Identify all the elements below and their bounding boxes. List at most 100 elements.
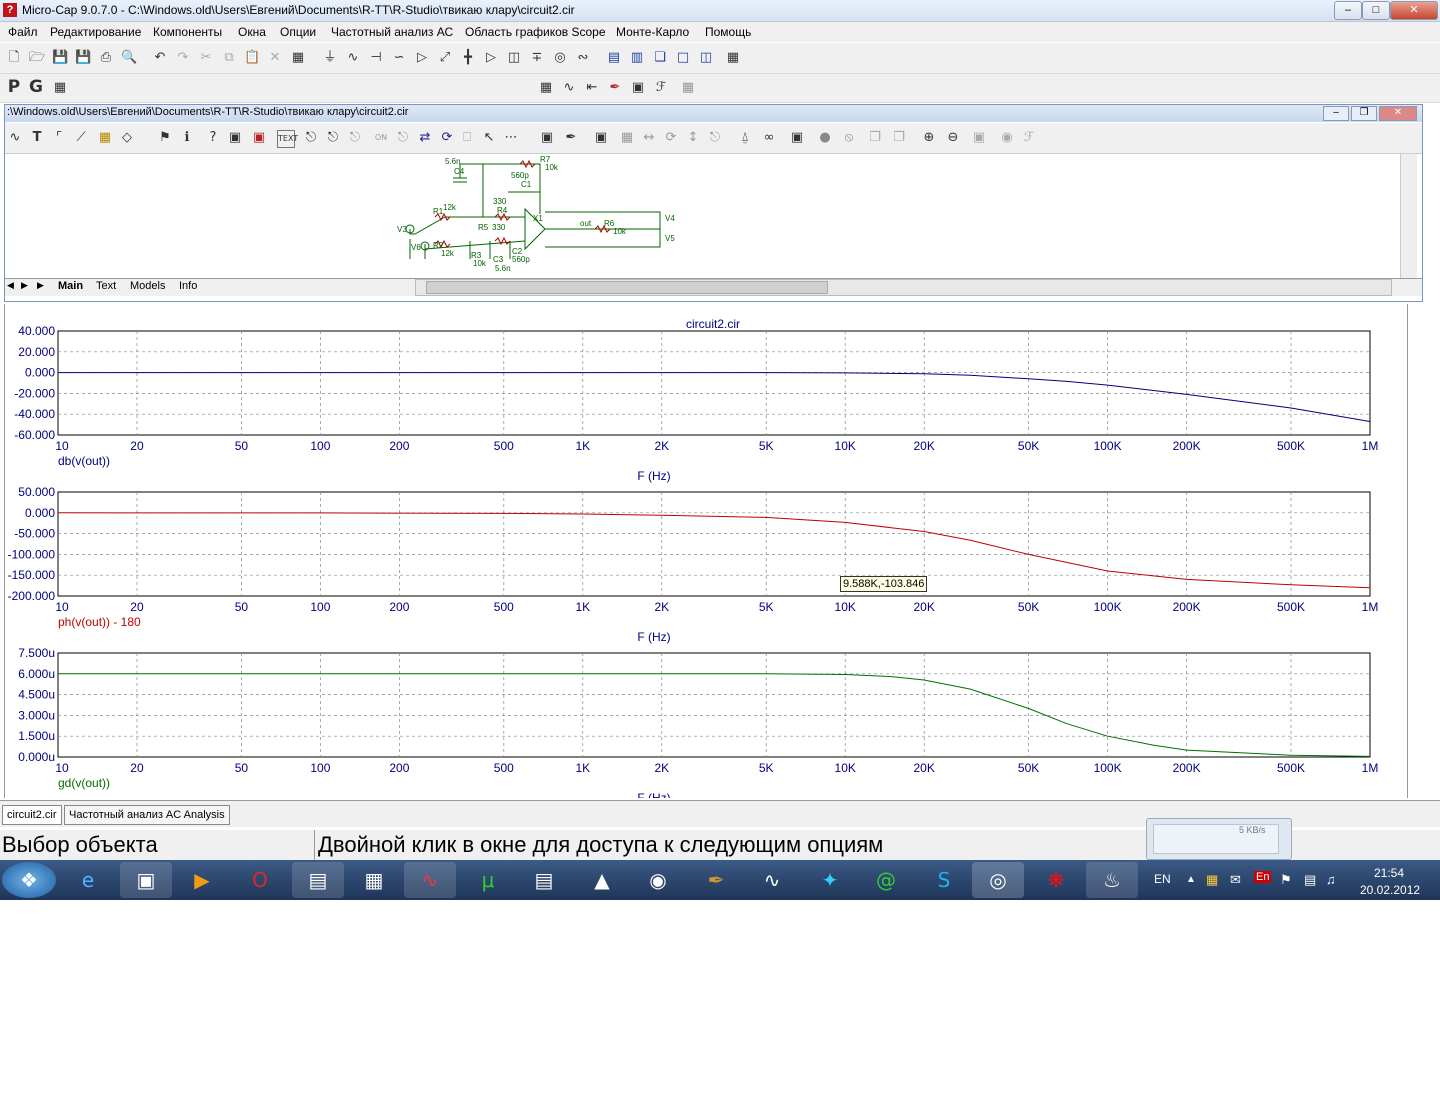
- tile-horizontal-icon[interactable]: ▤: [606, 50, 622, 66]
- component-icon[interactable]: ▣: [593, 130, 609, 146]
- undo-icon[interactable]: ↶: [152, 50, 168, 66]
- cut-icon[interactable]: ✂: [198, 50, 214, 66]
- tab-models[interactable]: Models: [130, 280, 165, 292]
- ie-task-icon[interactable]: e: [62, 862, 114, 898]
- menu-monte-carlo[interactable]: Монте-Карло: [616, 25, 689, 39]
- menu-components[interactable]: Компоненты: [153, 25, 222, 39]
- pen-task-icon[interactable]: ✒: [690, 862, 742, 898]
- capacitor-icon[interactable]: ⊣: [368, 50, 384, 66]
- flip-x-icon[interactable]: ↔: [641, 130, 657, 146]
- probe-icon[interactable]: ✒: [607, 80, 623, 96]
- wire-icon[interactable]: ∿: [7, 130, 23, 146]
- computer-task-icon[interactable]: ▤: [518, 862, 570, 898]
- flip-y-icon[interactable]: ↕: [685, 130, 701, 146]
- find-icon[interactable]: ⍙: [737, 130, 753, 146]
- app-icon[interactable]: ?: [3, 3, 17, 17]
- menu-file[interactable]: Файл: [8, 25, 38, 39]
- tray-expand-icon[interactable]: ▲: [1186, 874, 1196, 885]
- menu-ac-analysis[interactable]: Частотный анализ АС: [331, 25, 453, 39]
- display-icon[interactable]: ▣: [789, 130, 805, 146]
- tray-folder-icon[interactable]: ▦: [1206, 872, 1218, 888]
- network-task-icon[interactable]: ✦: [804, 862, 856, 898]
- orthogonal-wire-icon[interactable]: ⌜: [51, 130, 67, 146]
- voltage-icon[interactable]: ▣: [251, 130, 267, 146]
- calculator-task-icon[interactable]: ▦: [348, 862, 400, 898]
- menu-edit[interactable]: Редактирование: [50, 25, 141, 39]
- tile-vertical-icon[interactable]: ▥: [629, 50, 645, 66]
- pin-icon[interactable]: ⎋: [303, 130, 319, 146]
- close-button[interactable]: ✕: [1390, 1, 1438, 20]
- tab-main[interactable]: Main: [58, 280, 83, 292]
- mail-task-icon[interactable]: @: [860, 862, 912, 898]
- rotate-icon[interactable]: ⟳: [439, 130, 455, 146]
- tray-flag-icon[interactable]: ⚑: [1280, 872, 1292, 888]
- window-icon[interactable]: □: [675, 50, 691, 66]
- doc-tab-ac-analysis[interactable]: Частотный анализ AC Analysis: [64, 805, 230, 825]
- transistor-icon[interactable]: ⤢: [437, 50, 453, 66]
- resistor-icon[interactable]: ∿: [345, 50, 361, 66]
- tray-mail-icon[interactable]: ✉: [1230, 872, 1241, 888]
- globe-icon[interactable]: ◉: [999, 130, 1015, 146]
- player-task-icon[interactable]: ▶: [176, 862, 228, 898]
- edit-icon[interactable]: ✒: [563, 130, 579, 146]
- mirror-icon[interactable]: ⎕: [459, 130, 475, 146]
- acrobat-task-icon[interactable]: ❋: [1030, 862, 1082, 898]
- on-icon[interactable]: ON: [373, 130, 389, 146]
- rotate-right-icon[interactable]: ⟳: [663, 130, 679, 146]
- paint-task-icon[interactable]: ♨: [1086, 862, 1138, 898]
- ground-icon[interactable]: ⏚: [322, 50, 338, 66]
- text-box-icon[interactable]: TEXT: [277, 130, 298, 148]
- open-file-icon[interactable]: 🗁: [29, 50, 45, 66]
- tray-network-icon[interactable]: ▤: [1304, 872, 1316, 888]
- disc-task-icon[interactable]: ◎: [972, 862, 1024, 898]
- analysis-window[interactable]: circuit2.cir 10 20 50 100 200 500 1K 2K 5K 10K 20K…: [4, 304, 1408, 798]
- start-button[interactable]: ❖: [2, 862, 56, 898]
- inductor-icon[interactable]: ∽: [391, 50, 407, 66]
- flag2-icon[interactable]: ⚑: [157, 130, 173, 146]
- performance-icon[interactable]: ▣: [630, 80, 646, 96]
- utorrent-task-icon[interactable]: μ: [462, 862, 514, 898]
- stop-icon[interactable]: ●: [817, 130, 833, 146]
- pin-toggle-icon[interactable]: ⎋: [707, 130, 723, 146]
- stepping-icon[interactable]: ⇤: [584, 80, 600, 96]
- menu-scope[interactable]: Область графиков Scope: [465, 25, 606, 39]
- battery-icon[interactable]: ◫: [506, 50, 522, 66]
- diode-icon[interactable]: ▷: [414, 50, 430, 66]
- cancel-icon[interactable]: ⦸: [841, 130, 857, 146]
- schematic-canvas[interactable]: 5.6n C4 R7 10k 560p C1 R1 12k 330 R4 X1 …: [5, 154, 1400, 278]
- menu-windows[interactable]: Окна: [238, 25, 266, 39]
- current-icon[interactable]: ⎋: [325, 130, 341, 146]
- minimize-button[interactable]: –: [1334, 1, 1362, 20]
- condition-icon[interactable]: ⎋: [395, 130, 411, 146]
- print-preview-icon[interactable]: 🔍: [121, 50, 137, 66]
- tray-volume-icon[interactable]: ♫: [1326, 872, 1336, 887]
- node-icon[interactable]: ▣: [227, 130, 243, 146]
- switch-icon[interactable]: ∓: [529, 50, 545, 66]
- swap-icon[interactable]: ⇄: [417, 130, 433, 146]
- step-icon[interactable]: ▦: [619, 130, 635, 146]
- value-icon[interactable]: ℱ: [653, 80, 669, 96]
- grid-icon[interactable]: ▦: [52, 80, 68, 96]
- schematic-restore-button[interactable]: ❐: [1351, 106, 1377, 121]
- cascade-icon[interactable]: ❏: [652, 50, 668, 66]
- group-icon[interactable]: ❐: [867, 130, 883, 146]
- save-icon[interactable]: 💾: [52, 50, 68, 66]
- schematic-hscroll-thumb[interactable]: [426, 281, 828, 294]
- opera-task-icon[interactable]: O: [234, 862, 286, 898]
- opamp-icon[interactable]: ▷: [483, 50, 499, 66]
- analysis-limits-icon[interactable]: ▦: [538, 80, 554, 96]
- tab-first-icon[interactable]: ◀: [7, 280, 14, 291]
- info-icon[interactable]: ℹ: [179, 130, 195, 146]
- delete-icon[interactable]: ✕: [267, 50, 283, 66]
- flag-icon[interactable]: ▦: [97, 130, 113, 146]
- maximize-button[interactable]: □: [1362, 1, 1390, 20]
- schematic-close-button[interactable]: ✕: [1379, 106, 1417, 121]
- source-icon[interactable]: ◎: [552, 50, 568, 66]
- cat-task-icon[interactable]: ▲: [576, 862, 628, 898]
- split-window-icon[interactable]: ◫: [698, 50, 714, 66]
- tray-time[interactable]: 21:54: [1374, 866, 1404, 880]
- tab-text[interactable]: Text: [96, 280, 116, 292]
- tray-language[interactable]: EN: [1154, 872, 1171, 886]
- menu-help[interactable]: Помощь: [705, 25, 751, 39]
- mosfet-icon[interactable]: ╋: [460, 50, 476, 66]
